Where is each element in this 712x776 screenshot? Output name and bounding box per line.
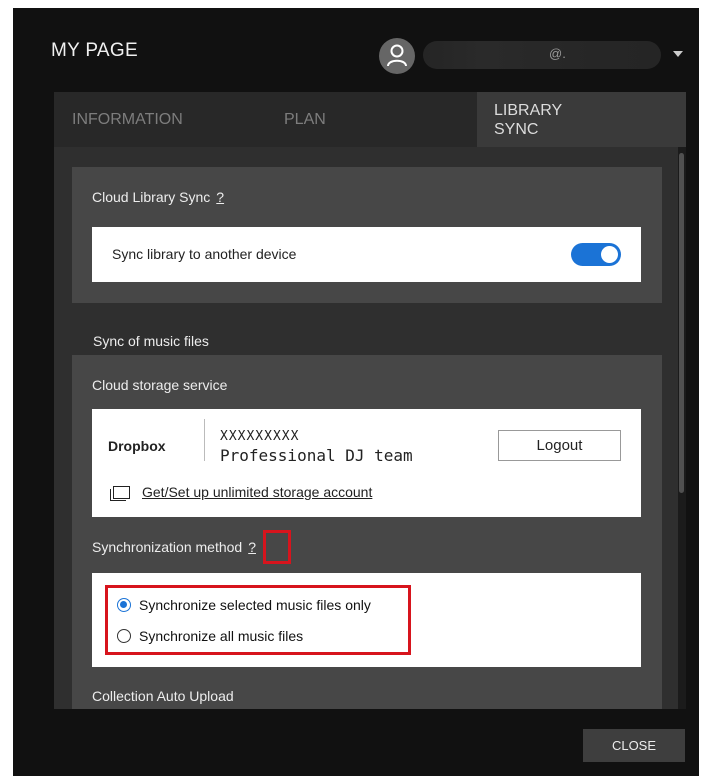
scrollbar[interactable] — [678, 147, 686, 709]
sync-music-files-title: Sync of music files — [93, 333, 209, 349]
sync-method-title: Synchronization method — [92, 539, 243, 555]
library-sync-content: Cloud Library Sync? Sync library to anot… — [54, 147, 678, 709]
radio-unselected-icon[interactable] — [117, 629, 131, 643]
storage-provider-name: Dropbox — [108, 438, 166, 454]
radio-selected-icon[interactable] — [117, 598, 131, 612]
scrollbar-thumb[interactable] — [679, 153, 684, 493]
tab-library-sync[interactable]: LIBRARY SYNC — [477, 92, 686, 147]
cloud-library-sync-heading: Cloud Library Sync? — [92, 189, 224, 205]
my-page-window: MY PAGE @. INFORMATION PLAN LIBRARY SYNC… — [13, 8, 699, 776]
help-highlight-box — [263, 530, 291, 564]
sync-toggle-label: Sync library to another device — [112, 246, 297, 262]
sync-method-options: Synchronize selected music files only Sy… — [92, 573, 641, 667]
sync-toggle-row: Sync library to another device — [92, 227, 641, 282]
caret-down-icon[interactable] — [673, 51, 683, 57]
collection-auto-upload-title: Collection Auto Upload — [92, 688, 234, 704]
sync-method-help-link[interactable]: ? — [248, 539, 256, 555]
sync-all-option[interactable]: Synchronize all music files — [117, 628, 303, 644]
sync-method-heading: Synchronization method? — [92, 539, 256, 555]
sync-all-label: Synchronize all music files — [139, 628, 304, 644]
storage-account-id: XXXXXXXXX — [220, 429, 300, 444]
toggle-knob — [601, 246, 618, 263]
logout-button[interactable]: Logout — [498, 430, 621, 461]
storage-account-link-row[interactable]: Get/Set up unlimited storage account — [110, 483, 372, 501]
divider — [204, 419, 205, 461]
close-button[interactable]: CLOSE — [583, 729, 685, 762]
tab-plan[interactable]: PLAN — [284, 92, 326, 147]
storage-account-link[interactable]: Get/Set up unlimited storage account — [142, 484, 372, 500]
account-name-redacted — [423, 41, 661, 69]
page-title: MY PAGE — [51, 40, 138, 61]
cloud-storage-box: Dropbox XXXXXXXXX Professional DJ team L… — [92, 409, 641, 517]
sync-selected-option[interactable]: Synchronize selected music files only — [117, 597, 371, 613]
cloud-library-sync-help-link[interactable]: ? — [216, 189, 224, 205]
account-email: @. — [549, 46, 566, 61]
header: MY PAGE @. — [13, 8, 699, 92]
cloud-library-sync-panel: Cloud Library Sync? Sync library to anot… — [72, 167, 662, 303]
cloud-library-sync-title: Cloud Library Sync — [92, 189, 211, 205]
sync-library-toggle[interactable] — [571, 243, 621, 266]
music-sync-panel: Cloud storage service Dropbox XXXXXXXXX … — [72, 355, 662, 709]
cloud-storage-title: Cloud storage service — [92, 377, 228, 393]
account-menu[interactable]: @. — [379, 34, 689, 74]
user-icon[interactable] — [379, 38, 415, 74]
tab-information[interactable]: INFORMATION — [72, 92, 183, 147]
external-window-icon — [110, 485, 130, 501]
sync-selected-label: Synchronize selected music files only — [139, 597, 371, 613]
options-highlight-box — [105, 585, 411, 655]
storage-account-name: Professional DJ team — [220, 446, 413, 465]
tab-bar: INFORMATION PLAN LIBRARY SYNC — [54, 92, 686, 147]
